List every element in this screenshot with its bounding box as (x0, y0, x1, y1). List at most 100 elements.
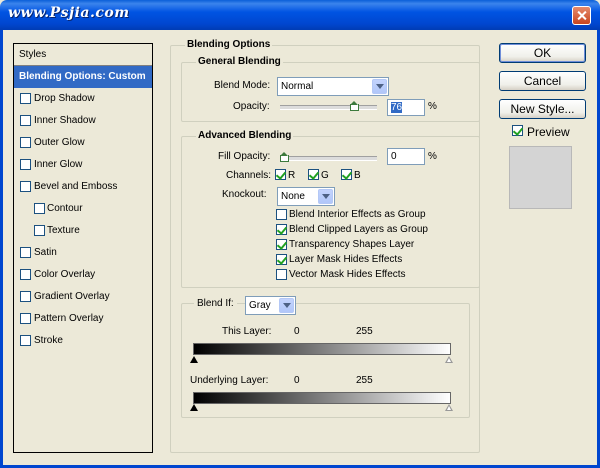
style-item-label: Satin (34, 247, 57, 258)
opacity-value: 76 (391, 102, 403, 113)
styles-header[interactable]: Styles (14, 44, 152, 66)
style-item-label: Stroke (34, 335, 63, 346)
blend-mode-select[interactable]: Normal (277, 77, 389, 96)
style-checkbox[interactable] (20, 247, 31, 258)
style-item-outer-glow[interactable]: Outer Glow (14, 132, 152, 154)
advanced-option-label: Blend Clipped Layers as Group (289, 224, 428, 235)
style-item-label: Blending Options: Custom (19, 71, 146, 82)
style-checkbox[interactable] (20, 137, 31, 148)
blend-if-label: Blend If: (194, 298, 237, 309)
style-item-gradient-overlay[interactable]: Gradient Overlay (14, 286, 152, 308)
styles-header-label: Styles (19, 49, 47, 60)
style-item-label: Inner Shadow (34, 115, 96, 126)
knockout-value: None (281, 191, 305, 202)
style-checkbox[interactable] (34, 203, 45, 214)
style-checkbox[interactable] (20, 313, 31, 324)
style-item-label: Contour (47, 203, 83, 214)
advanced-option-label: Vector Mask Hides Effects (289, 269, 406, 280)
window-title: www.Psjia.com (8, 5, 130, 21)
style-item-inner-shadow[interactable]: Inner Shadow (14, 110, 152, 132)
style-item-label: Inner Glow (34, 159, 83, 170)
blend-if-select[interactable]: Gray (245, 296, 296, 315)
fill-opacity-slider-thumb[interactable] (280, 152, 289, 162)
style-checkbox[interactable] (20, 115, 31, 126)
style-item-label: Color Overlay (34, 269, 96, 280)
style-checkbox[interactable] (20, 181, 31, 192)
channel-g-checkbox[interactable] (308, 169, 319, 180)
style-checkbox[interactable] (34, 225, 45, 236)
style-item-drop-shadow[interactable]: Drop Shadow (14, 88, 152, 110)
opacity-input[interactable]: 76 (387, 99, 425, 116)
advanced-option-checkbox[interactable] (276, 209, 287, 220)
blend-mode-value: Normal (281, 81, 314, 92)
style-item-pattern-overlay[interactable]: Pattern Overlay (14, 308, 152, 330)
style-item-bevel-and-emboss[interactable]: Bevel and Emboss (14, 176, 152, 198)
advanced-option-label: Transparency Shapes Layer (289, 239, 415, 250)
channel-r-checkbox[interactable] (275, 169, 286, 180)
opacity-label: Opacity: (233, 101, 270, 112)
knockout-select[interactable]: None (277, 187, 335, 206)
channel-b-label: B (354, 170, 361, 181)
advanced-option-checkbox[interactable] (276, 269, 287, 280)
advanced-option-checkbox[interactable] (276, 224, 287, 235)
style-item-texture[interactable]: Texture (14, 220, 152, 242)
advanced-option-label: Blend Interior Effects as Group (289, 209, 426, 220)
preview-label: Preview (527, 125, 570, 139)
opacity-slider-track[interactable] (280, 105, 377, 110)
knockout-label: Knockout: (222, 189, 267, 200)
style-item-label: Bevel and Emboss (34, 181, 118, 192)
fill-opacity-slider-track[interactable] (280, 156, 377, 161)
blending-options-title: Blending Options (185, 39, 273, 50)
this-layer-gradient (193, 343, 451, 355)
style-checkbox[interactable] (20, 159, 31, 170)
preview-checkbox[interactable] (512, 125, 523, 136)
style-item-label: Pattern Overlay (34, 313, 104, 324)
style-item-color-overlay[interactable]: Color Overlay (14, 264, 152, 286)
opacity-percent: % (428, 101, 437, 112)
underlying-layer-high: 255 (356, 375, 373, 386)
this-layer-low: 0 (294, 326, 300, 337)
style-item-label: Drop Shadow (34, 93, 95, 104)
channels-label: Channels: (226, 170, 272, 181)
advanced-option-label: Layer Mask Hides Effects (289, 254, 403, 265)
style-item-stroke[interactable]: Stroke (14, 330, 152, 352)
style-item-label: Texture (47, 225, 80, 236)
style-checkbox[interactable] (20, 269, 31, 280)
style-item-satin[interactable]: Satin (14, 242, 152, 264)
this-layer-white-slider[interactable] (445, 356, 453, 363)
underlying-layer-gradient (193, 392, 451, 404)
preview-swatch (509, 146, 572, 209)
blend-mode-label: Blend Mode: (214, 80, 271, 91)
blend-if-value: Gray (249, 300, 271, 311)
style-checkbox[interactable] (20, 291, 31, 302)
styles-list: Styles Blending Options: Custom Drop Shad… (13, 43, 153, 453)
this-layer-label: This Layer: (222, 326, 272, 337)
opacity-slider-thumb[interactable] (349, 101, 359, 111)
cancel-button[interactable]: Cancel (499, 71, 586, 91)
fill-opacity-label: Fill Opacity: (218, 151, 271, 162)
fill-opacity-input[interactable]: 0 (387, 148, 425, 165)
fill-opacity-percent: % (428, 151, 437, 162)
style-item-label: Outer Glow (34, 137, 85, 148)
close-button[interactable] (572, 6, 591, 25)
style-checkbox[interactable] (20, 335, 31, 346)
this-layer-black-slider[interactable] (190, 356, 198, 363)
underlying-layer-white-slider[interactable] (445, 404, 453, 411)
underlying-layer-black-slider[interactable] (190, 404, 198, 411)
style-item-label: Gradient Overlay (34, 291, 110, 302)
fill-opacity-value: 0 (391, 151, 397, 162)
advanced-option-checkbox[interactable] (276, 239, 287, 250)
ok-button[interactable]: OK (499, 43, 586, 63)
channel-b-checkbox[interactable] (341, 169, 352, 180)
style-item-contour[interactable]: Contour (14, 198, 152, 220)
advanced-option-checkbox[interactable] (276, 254, 287, 265)
channel-r-label: R (288, 170, 296, 181)
advanced-blending-title: Advanced Blending (196, 130, 294, 141)
chevron-down-icon (318, 189, 333, 204)
style-item-inner-glow[interactable]: Inner Glow (14, 154, 152, 176)
style-item-blending-options-custom[interactable]: Blending Options: Custom (14, 66, 152, 88)
chevron-down-icon (279, 298, 294, 313)
style-checkbox[interactable] (20, 93, 31, 104)
underlying-layer-low: 0 (294, 375, 300, 386)
new-style-button[interactable]: New Style... (499, 99, 586, 119)
